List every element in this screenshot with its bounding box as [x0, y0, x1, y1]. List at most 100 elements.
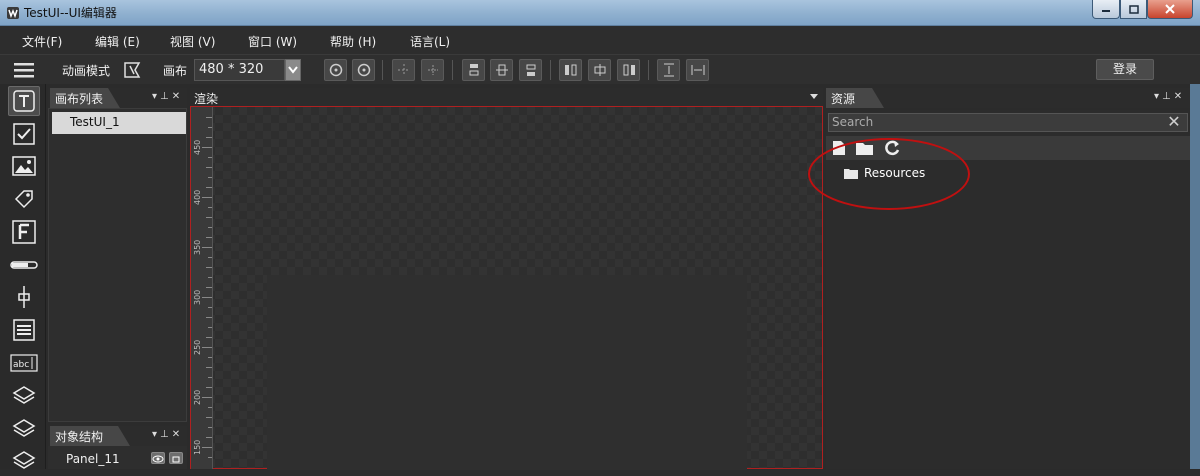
vertical-ruler: 450 400 350 300 250 200 150 [191, 107, 213, 469]
menu-language[interactable]: 语言(L) [410, 33, 450, 50]
rotate-cw-icon [329, 63, 342, 77]
list-tool[interactable] [8, 315, 40, 345]
visibility-toggle[interactable] [151, 452, 165, 464]
window-title: TestUI--UI编辑器 [24, 6, 117, 20]
image-tool-icon [12, 156, 36, 176]
canvas-list-tab[interactable]: 画布列表 [50, 88, 120, 108]
rotate-ccw-button[interactable] [352, 59, 375, 81]
close-icon [1165, 4, 1175, 14]
toolbar-divider [550, 60, 551, 80]
align-top-button[interactable] [462, 59, 485, 81]
menu-help[interactable]: 帮助 (H) [330, 33, 376, 50]
center-point-icon [427, 65, 438, 75]
distribute-vertical-button[interactable] [657, 59, 680, 81]
align-center-icon [594, 64, 605, 76]
toolbar-divider [648, 60, 649, 80]
toolbar-divider [382, 60, 383, 80]
menu-window[interactable]: 窗口 (W) [248, 33, 297, 50]
font-tool-icon [12, 220, 36, 244]
align-right-button[interactable] [617, 59, 640, 81]
distribute-horizontal-icon [691, 65, 704, 75]
layers-tool[interactable] [8, 381, 40, 411]
menu-file[interactable]: 文件(F) [22, 33, 62, 50]
ruler-label: 450 [193, 139, 202, 155]
render-header: 渲染 [190, 88, 823, 108]
chevron-down-icon[interactable] [810, 94, 818, 100]
title-bar: TestUI--UI编辑器 [0, 0, 1200, 26]
center-point-button[interactable] [421, 59, 444, 81]
hamburger-menu-icon[interactable] [14, 61, 34, 79]
align-right-icon [623, 64, 635, 76]
align-left-icon [564, 64, 576, 76]
layers-tool[interactable] [8, 414, 40, 444]
minimize-button[interactable] [1092, 0, 1120, 19]
ruler-label: 300 [193, 289, 202, 305]
chevron-down-icon [288, 66, 298, 74]
canvas-list-panel: TestUI_1 [48, 108, 187, 422]
layers-tool[interactable] [8, 446, 40, 476]
menu-edit[interactable]: 编辑 (E) [95, 33, 140, 50]
ruler-label: 350 [193, 239, 202, 255]
center-horizontal-button[interactable] [392, 59, 415, 81]
ruler-label: 200 [193, 389, 202, 405]
svg-text:abc: abc [13, 360, 29, 370]
layers-tool-icon [12, 419, 36, 437]
layers-tool-icon [12, 386, 36, 404]
align-left-button[interactable] [559, 59, 582, 81]
canvas-size-select[interactable]: 480 * 320 [194, 59, 285, 81]
panel-controls[interactable]: ▾⊥✕ [1154, 91, 1185, 102]
align-middle-button[interactable] [490, 59, 513, 81]
object-structure-header: 对象结构 ▾⊥✕ [48, 426, 187, 446]
menu-view[interactable]: 视图 (V) [170, 33, 215, 50]
object-structure-tab[interactable]: 对象结构 [50, 426, 130, 446]
resources-header: 资源 ▾⊥✕ [826, 88, 1190, 108]
list-tool-icon [13, 319, 35, 341]
design-canvas[interactable] [267, 275, 747, 470]
font-tool[interactable] [8, 217, 40, 247]
animation-mode-icon[interactable] [122, 60, 142, 80]
background-strip [1190, 84, 1200, 469]
align-middle-icon [495, 64, 508, 76]
eye-icon [152, 455, 164, 463]
maximize-button[interactable] [1120, 0, 1147, 19]
distribute-horizontal-button[interactable] [686, 59, 709, 81]
panel-controls[interactable]: ▾⊥✕ [152, 429, 183, 440]
resource-search-input[interactable]: Search [828, 113, 1188, 132]
canvas-list-item[interactable]: TestUI_1 [52, 112, 186, 134]
rotate-cw-button[interactable] [324, 59, 347, 81]
vertical-slider-icon [18, 286, 30, 308]
animation-mode-label: 动画模式 [62, 64, 111, 78]
center-horizontal-icon [397, 64, 410, 76]
resources-tab[interactable]: 资源 [826, 88, 884, 108]
menu-bar: 文件(F) 编辑 (E) 视图 (V) 窗口 (W) 帮助 (H) 语言(L) [0, 26, 1200, 54]
slider-tool-icon [10, 261, 38, 269]
object-structure-panel: Panel_11 [48, 446, 187, 469]
align-bottom-button[interactable] [519, 59, 542, 81]
close-button[interactable] [1147, 0, 1193, 19]
render-viewport[interactable]: 450 400 350 300 250 200 150 [190, 106, 823, 470]
search-clear-icon[interactable]: ✕ [1165, 113, 1183, 132]
annotation-ellipse [808, 138, 970, 210]
vertical-slider-tool[interactable] [8, 282, 40, 312]
slider-tool[interactable] [8, 250, 40, 280]
text-tool[interactable] [8, 86, 40, 116]
rotate-ccw-icon [357, 63, 370, 77]
textfield-tool-icon: abc [10, 354, 38, 372]
canvas-list-header: 画布列表 ▾⊥✕ [48, 88, 187, 108]
tool-palette: abc [0, 84, 46, 469]
canvas-size-dropdown[interactable] [285, 59, 301, 81]
align-center-button[interactable] [588, 59, 611, 81]
canvas-label: 画布 [163, 64, 188, 78]
textfield-tool[interactable]: abc [8, 348, 40, 378]
lock-toggle[interactable] [169, 452, 183, 464]
app-icon [7, 7, 19, 19]
tag-tool[interactable] [8, 184, 40, 214]
object-tree-item[interactable]: Panel_11 [66, 452, 120, 466]
distribute-vertical-icon [663, 63, 674, 77]
align-bottom-icon [526, 64, 535, 76]
checkbox-tool[interactable] [8, 119, 40, 149]
panel-controls[interactable]: ▾⊥✕ [152, 91, 183, 102]
login-button[interactable]: 登录 [1096, 59, 1154, 80]
image-tool[interactable] [8, 151, 40, 181]
align-top-icon [469, 64, 478, 76]
